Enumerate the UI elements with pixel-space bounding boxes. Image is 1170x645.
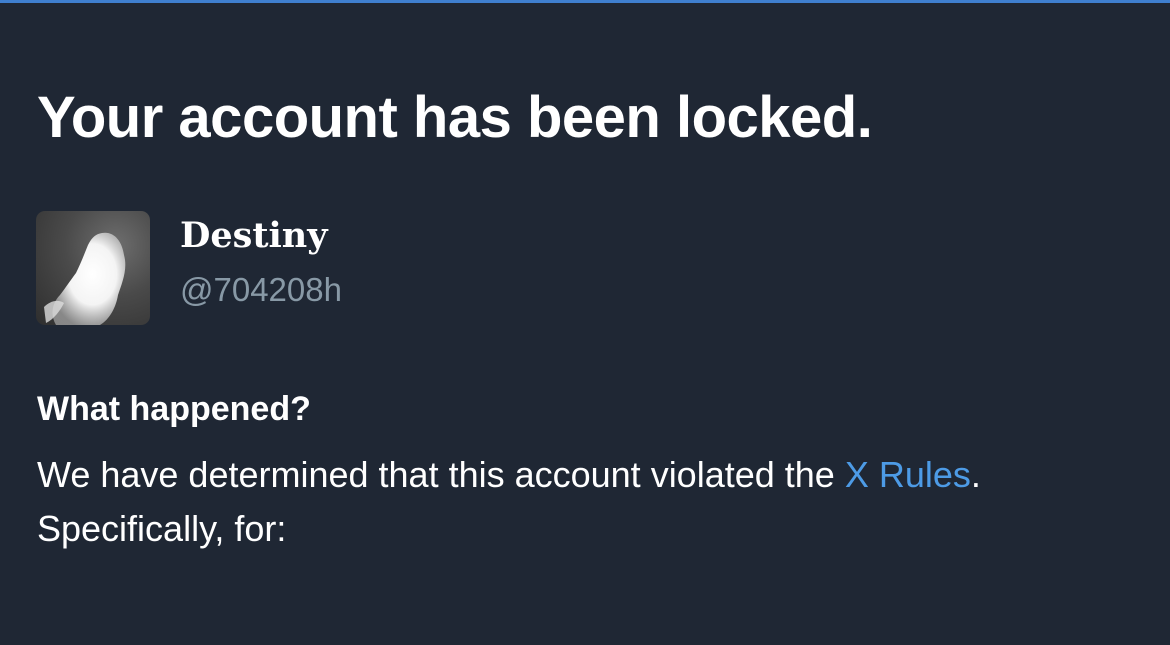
locked-account-page: Your account has been locked. Destiny @7… <box>0 0 1170 645</box>
profile-photo-icon <box>44 232 126 325</box>
explanation-text-start: We have determined that this account vio… <box>37 454 845 495</box>
x-rules-link[interactable]: X Rules <box>845 454 971 495</box>
page-title: Your account has been locked. <box>37 85 873 150</box>
top-accent-line <box>0 0 1170 3</box>
account-display-name: Destiny <box>180 215 328 256</box>
account-handle: @704208h <box>180 271 342 308</box>
violation-explanation: We have determined that this account vio… <box>37 448 1097 556</box>
avatar <box>36 211 150 325</box>
what-happened-heading: What happened? <box>37 390 311 428</box>
